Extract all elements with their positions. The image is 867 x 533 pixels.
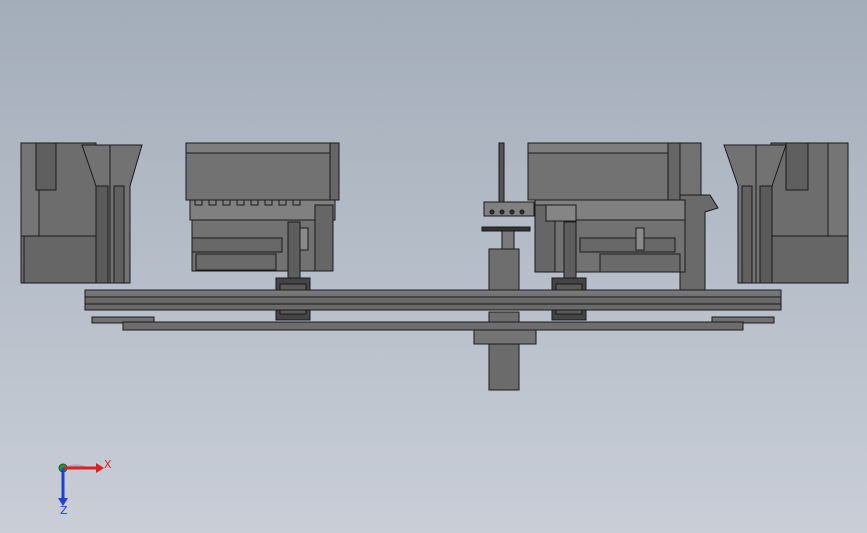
right-outer-enclosure [770,142,849,284]
cad-viewport[interactable]: X Z [0,0,867,533]
coordinate-triad: X Z [58,458,112,517]
assembly-drawing: X Z [20,142,849,517]
right-cabinet [527,142,719,291]
main-beam [84,289,782,331]
center-column [473,142,537,391]
left-outer-enclosure [20,142,97,284]
z-axis-label: Z [60,504,68,517]
left-cabinet [185,142,340,272]
x-axis-label: X [104,458,112,471]
